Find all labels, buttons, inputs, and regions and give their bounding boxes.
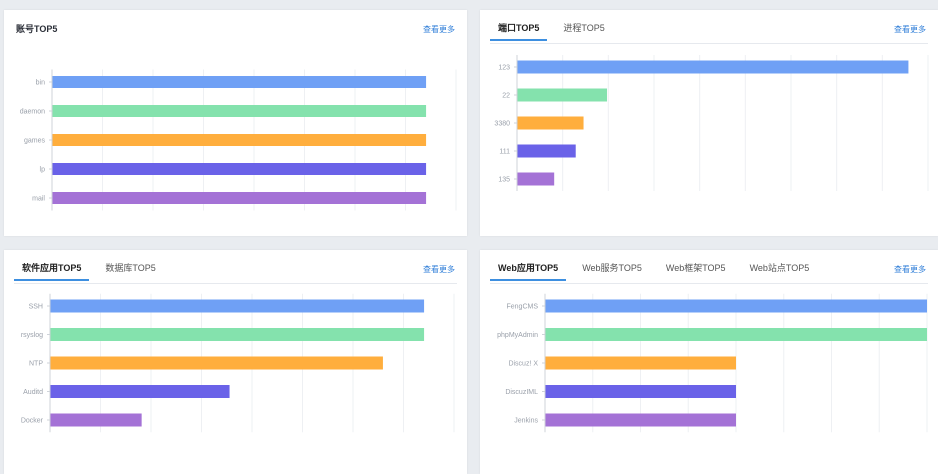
bar-fengcms[interactable] xyxy=(545,299,928,313)
y-tick-label: DiscuzIML xyxy=(505,389,538,396)
y-tick-label: games xyxy=(24,138,46,145)
tab-port-top5[interactable]: 端口TOP5 xyxy=(490,18,548,41)
y-tick-label: NTP xyxy=(29,361,43,368)
panel-title: 账号TOP5 xyxy=(16,24,58,34)
y-tick-label: 135 xyxy=(498,177,510,184)
y-tick-label: rsyslog xyxy=(21,332,43,339)
panel-tabs: 端口TOP5 进程TOP5 xyxy=(490,18,621,41)
bar-22[interactable] xyxy=(517,88,608,102)
bar-auditd[interactable] xyxy=(50,385,230,398)
software-bar-chart: SSH rsyslog NTP Auditd Docker xyxy=(21,293,455,433)
y-tick-label: Auditd xyxy=(23,389,43,396)
view-more-link[interactable]: 查看更多 xyxy=(423,24,455,35)
tab-web-site-top5[interactable]: Web站点TOP5 xyxy=(742,258,818,280)
bar-phpmyadmin[interactable] xyxy=(545,328,928,341)
y-tick-label: phpMyAdmin xyxy=(497,332,538,339)
bar-games[interactable] xyxy=(52,134,427,146)
port-bar-chart: 123 22 3380 111 135 xyxy=(494,55,929,191)
panel-header: 软件应用TOP5 数据库TOP5 查看更多 xyxy=(4,250,467,284)
bar-ssh[interactable] xyxy=(50,299,425,313)
web-top5-panel: Web应用TOP5 Web服务TOP5 Web框架TOP5 Web站点TOP5 … xyxy=(480,250,938,474)
y-tick-label: 111 xyxy=(499,149,510,156)
bar-mail[interactable] xyxy=(52,192,427,204)
tab-software-top5[interactable]: 软件应用TOP5 xyxy=(14,258,90,281)
y-tick-label: FengCMS xyxy=(506,304,538,311)
panel-tabs: Web应用TOP5 Web服务TOP5 Web框架TOP5 Web站点TOP5 xyxy=(490,258,825,281)
view-more-link[interactable]: 查看更多 xyxy=(423,264,455,275)
bar-111[interactable] xyxy=(517,144,576,158)
bar-daemon[interactable] xyxy=(52,105,427,117)
web-bar-chart: FengCMS phpMyAdmin Discuz! X DiscuzIML Jenki… xyxy=(497,293,928,433)
panel-header: 账号TOP5 查看更多 xyxy=(4,10,467,44)
y-tick-label: 22 xyxy=(502,93,510,100)
port-top5-panel: 端口TOP5 进程TOP5 查看更多 123 22 3380 111 135 xyxy=(480,10,938,236)
tab-web-app-top5[interactable]: Web应用TOP5 xyxy=(490,258,567,281)
tab-process-top5[interactable]: 进程TOP5 xyxy=(555,18,612,40)
y-tick-label: bin xyxy=(36,80,45,87)
bar-bin[interactable] xyxy=(52,76,427,88)
y-tick-label: Docker xyxy=(21,418,44,425)
tab-web-framework-top5[interactable]: Web框架TOP5 xyxy=(658,258,734,280)
view-more-link[interactable]: 查看更多 xyxy=(894,24,926,35)
bar-docker[interactable] xyxy=(50,413,142,427)
y-tick-label: SSH xyxy=(29,304,43,311)
y-tick-label: Discuz! X xyxy=(508,361,538,368)
y-tick-label: mail xyxy=(32,196,45,203)
bar-discuz-x[interactable] xyxy=(545,356,737,370)
panel-header: 端口TOP5 进程TOP5 查看更多 xyxy=(480,10,938,44)
bar-jenkins[interactable] xyxy=(545,413,737,427)
account-bar-chart: bin daemon games lp mail xyxy=(20,69,457,211)
bar-rsyslog[interactable] xyxy=(50,328,425,341)
bar-3380[interactable] xyxy=(517,116,584,130)
view-more-link[interactable]: 查看更多 xyxy=(894,264,926,275)
bar-lp[interactable] xyxy=(52,163,427,175)
bar-ntp[interactable] xyxy=(50,356,383,370)
account-top5-panel: 账号TOP5 查看更多 bin daemon games lp mail xyxy=(4,10,467,236)
y-tick-label: lp xyxy=(40,167,46,174)
bar-135[interactable] xyxy=(517,172,555,186)
bar-discuziml[interactable] xyxy=(545,385,737,398)
y-tick-label: daemon xyxy=(20,109,45,116)
y-tick-label: 123 xyxy=(498,65,510,72)
tab-database-top5[interactable]: 数据库TOP5 xyxy=(97,258,163,280)
y-tick-label: Jenkins xyxy=(514,418,538,425)
panel-tabs: 软件应用TOP5 数据库TOP5 xyxy=(14,258,172,281)
tab-web-service-top5[interactable]: Web服务TOP5 xyxy=(574,258,650,280)
y-tick-label: 3380 xyxy=(494,121,510,128)
software-top5-panel: 软件应用TOP5 数据库TOP5 查看更多 SSH rsyslog NTP Audit… xyxy=(4,250,467,474)
panel-header: Web应用TOP5 Web服务TOP5 Web框架TOP5 Web站点TOP5 … xyxy=(480,250,938,284)
bar-123[interactable] xyxy=(517,60,909,74)
